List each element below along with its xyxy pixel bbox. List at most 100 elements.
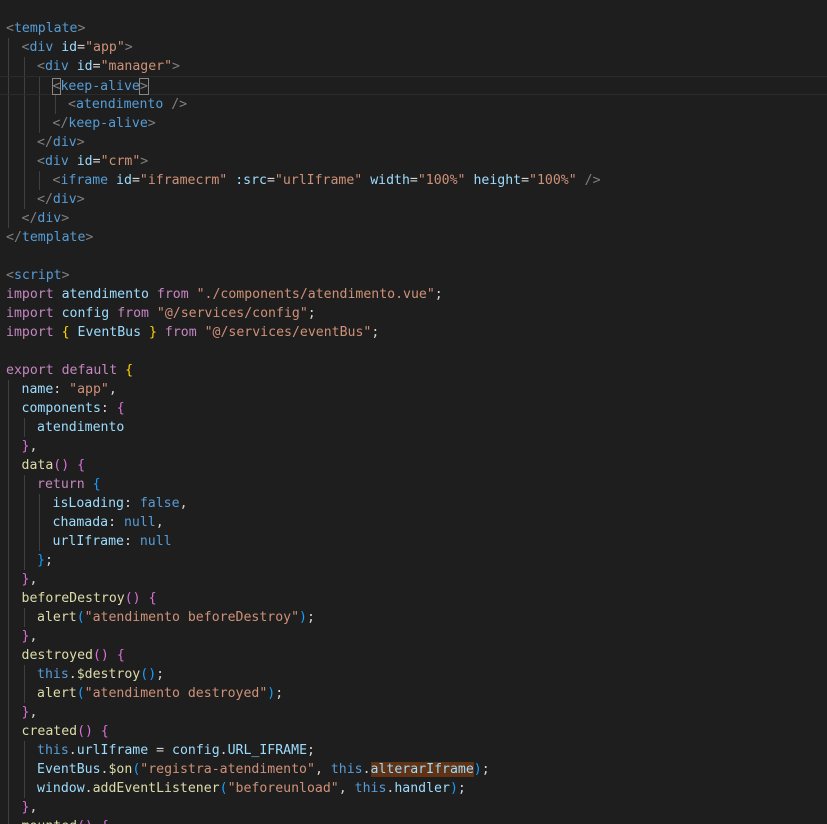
code-token: div: [29, 40, 54, 55]
code-token: export: [6, 363, 54, 378]
code-token: import: [6, 325, 54, 340]
code-line[interactable]: import { EventBus } from "@/services/eve…: [0, 323, 379, 342]
code-token: .: [68, 667, 77, 682]
code-token: handler: [394, 781, 450, 796]
code-token: div: [52, 135, 77, 150]
code-line[interactable]: this.urlIframe = config.URL_IFRAME;: [0, 741, 315, 760]
code-line[interactable]: import config from "@/services/config";: [0, 304, 316, 323]
code-line[interactable]: return {: [0, 475, 101, 494]
code-token: >: [147, 116, 156, 131]
code-line[interactable]: created() {: [0, 722, 109, 741]
code-line[interactable]: <div id="app">: [0, 38, 133, 57]
code-token: "urlIframe": [274, 173, 363, 188]
code-token: id: [76, 59, 93, 74]
code-token: (): [53, 458, 70, 473]
code-token: alert: [37, 686, 77, 701]
code-token: }: [37, 553, 45, 568]
code-token: "./components/atendimento.vue": [196, 287, 435, 302]
code-line[interactable]: </template>: [0, 228, 93, 247]
code-token: window: [37, 781, 85, 796]
code-token: (): [140, 667, 157, 682]
code-line[interactable]: urlIframe: null: [0, 532, 172, 551]
code-token: (): [92, 648, 109, 663]
code-token: <: [6, 21, 14, 36]
code-token: chamada: [52, 515, 109, 530]
code-token: import: [6, 306, 54, 321]
code-line[interactable]: destroyed() {: [0, 646, 125, 665]
code-line[interactable]: <template>: [0, 19, 85, 38]
code-token: }: [148, 325, 157, 340]
code-token: ,: [179, 496, 188, 511]
code-token: null: [139, 534, 172, 549]
code-token: config: [61, 306, 110, 321]
code-line[interactable]: this.$destroy();: [0, 665, 164, 684]
code-line[interactable]: </div>: [0, 133, 85, 152]
code-token: {: [125, 363, 134, 378]
code-line[interactable]: <atendimento />: [0, 95, 187, 114]
code-token: ,: [108, 382, 117, 397]
code-line[interactable]: name: "app",: [0, 380, 117, 399]
code-line[interactable]: </div>: [0, 190, 85, 209]
code-line[interactable]: <keep-alive>: [0, 76, 827, 95]
code-token: from: [164, 325, 197, 340]
code-line[interactable]: [0, 342, 6, 361]
code-line[interactable]: isLoading: false,: [0, 494, 188, 513]
code-line[interactable]: window.addEventListener("beforeunload", …: [0, 779, 466, 798]
code-token: EventBus: [77, 325, 142, 340]
code-token: <: [6, 268, 14, 283]
code-line[interactable]: EventBus.$on("registra-atendimento", thi…: [0, 760, 490, 779]
code-line[interactable]: [0, 247, 6, 266]
code-token: false: [139, 496, 180, 511]
code-line[interactable]: export default {: [0, 361, 133, 380]
code-token: >: [77, 21, 86, 36]
code-token: >: [76, 192, 85, 207]
code-token: ,: [29, 629, 38, 644]
code-token: ;: [307, 743, 315, 758]
code-line[interactable]: <script>: [0, 266, 70, 285]
code-token: >: [172, 59, 180, 74]
code-line[interactable]: };: [0, 551, 53, 570]
code-token: keep-alive: [60, 79, 140, 94]
code-token: (): [124, 591, 141, 606]
code-line[interactable]: <iframe id="iframecrm" :src="urlIframe" …: [0, 171, 601, 190]
code-line[interactable]: },: [0, 627, 38, 646]
code-line[interactable]: import atendimento from "./components/at…: [0, 285, 443, 304]
code-token: ,: [29, 705, 38, 720]
code-line[interactable]: <div id="manager">: [0, 57, 180, 76]
code-line[interactable]: </keep-alive>: [0, 114, 156, 133]
code-token: (: [76, 610, 85, 625]
code-token: ;: [307, 306, 316, 321]
code-token: >: [138, 78, 149, 95]
code-line[interactable]: beforeDestroy() {: [0, 589, 157, 608]
code-editor[interactable]: <template> <div id="app"> <div id="manager…: [0, 0, 827, 824]
code-line[interactable]: alert("atendimento destroyed");: [0, 684, 283, 703]
code-line[interactable]: </div>: [0, 209, 70, 228]
code-token: ): [449, 781, 458, 796]
code-token: :: [108, 515, 124, 530]
code-line[interactable]: data() {: [0, 456, 86, 475]
code-line[interactable]: components: {: [0, 399, 125, 418]
code-line[interactable]: },: [0, 570, 38, 589]
code-line[interactable]: chamada: null,: [0, 513, 164, 532]
code-token: name: [21, 382, 54, 397]
code-line[interactable]: mounted() {: [0, 817, 109, 824]
code-line[interactable]: <div id="crm">: [0, 152, 148, 171]
code-token: </: [37, 135, 53, 150]
code-token: <: [68, 97, 76, 112]
code-line[interactable]: },: [0, 437, 38, 456]
code-token: default: [61, 363, 118, 378]
code-line[interactable]: },: [0, 798, 38, 817]
code-token: :: [100, 401, 117, 416]
code-line[interactable]: alert("atendimento beforeDestroy");: [0, 608, 315, 627]
code-line[interactable]: atendimento: [0, 418, 124, 437]
code-token: keep-alive: [68, 116, 148, 131]
code-line[interactable]: },: [0, 703, 38, 722]
